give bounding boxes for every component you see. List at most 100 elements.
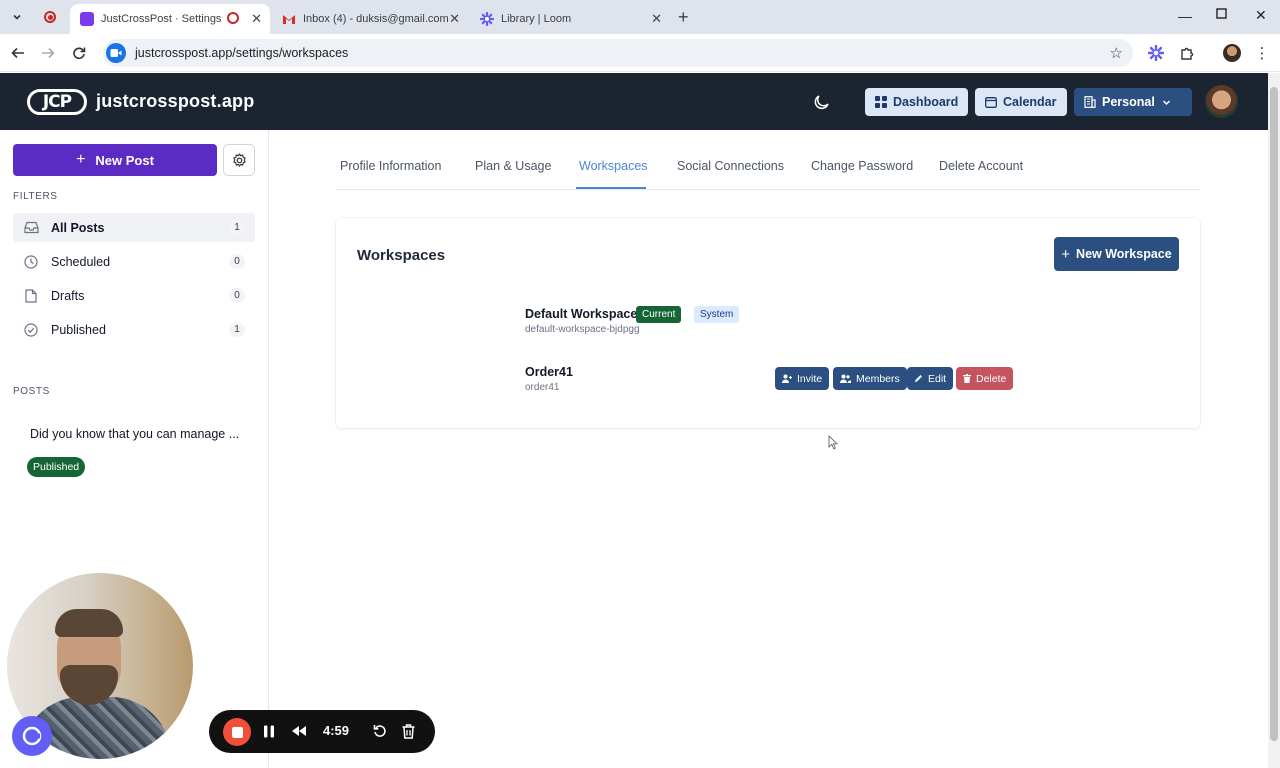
tab-profile-information[interactable]: Profile Information	[340, 159, 441, 173]
filter-published[interactable]: Published 1	[13, 315, 255, 344]
edit-label: Edit	[928, 372, 947, 385]
close-tab-icon[interactable]: ✕	[651, 11, 662, 27]
members-button[interactable]: Members	[833, 367, 907, 390]
tab-search-chevron-icon[interactable]	[6, 6, 28, 28]
maximize-icon[interactable]	[1216, 8, 1227, 19]
address-bar[interactable]: justcrosspost.app/settings/workspaces ☆	[103, 39, 1133, 67]
mouse-cursor-icon	[828, 435, 838, 450]
close-tab-icon[interactable]: ✕	[449, 11, 460, 27]
loom-logo-icon	[22, 726, 42, 746]
filter-label: Published	[51, 322, 106, 337]
recording-controls: 4:59	[209, 710, 435, 753]
restart-icon[interactable]	[371, 722, 389, 740]
url-text: justcrosspost.app/settings/workspaces	[135, 46, 349, 60]
workspace-name: Order41	[525, 365, 573, 379]
delete-button[interactable]: Delete	[956, 367, 1014, 390]
file-icon	[23, 288, 39, 304]
user-avatar[interactable]	[1205, 85, 1238, 118]
page-scrollbar[interactable]	[1268, 73, 1280, 768]
post-status-badge: Published	[27, 457, 86, 477]
site-info-icon[interactable]	[106, 43, 126, 63]
recording-indicator-icon	[44, 11, 56, 23]
settings-gear-button[interactable]	[223, 144, 255, 176]
tab-title: JustCrossPost · Settings	[101, 13, 222, 25]
members-label: Members	[856, 372, 900, 385]
posts-heading: POSTS	[13, 386, 50, 397]
stop-recording-button[interactable]	[223, 718, 251, 746]
filter-scheduled[interactable]: Scheduled 0	[13, 247, 255, 276]
users-icon	[840, 374, 851, 383]
filter-drafts[interactable]: Drafts 0	[13, 281, 255, 310]
reload-icon[interactable]	[69, 43, 89, 63]
tab-social-connections[interactable]: Social Connections	[677, 159, 784, 173]
back-arrow-icon[interactable]	[8, 43, 28, 63]
tab-workspaces[interactable]: Workspaces	[579, 159, 648, 173]
close-window-icon[interactable]: ✕	[1255, 7, 1267, 24]
loom-menu-button[interactable]	[12, 716, 52, 756]
tab-plan-usage[interactable]: Plan & Usage	[475, 159, 551, 173]
bookmark-star-icon[interactable]: ☆	[1110, 44, 1123, 62]
new-workspace-button[interactable]: + New Workspace	[1054, 237, 1179, 271]
filter-all-posts[interactable]: All Posts 1	[13, 213, 255, 242]
calendar-icon	[985, 97, 997, 108]
pencil-icon	[915, 375, 922, 382]
filter-count: 1	[229, 220, 245, 235]
clock-icon	[23, 254, 39, 270]
workspace-switcher-button[interactable]: Personal	[1074, 88, 1192, 116]
trash-icon	[963, 374, 971, 383]
justcrosspost-favicon-icon	[80, 12, 94, 26]
gear-icon	[232, 152, 246, 167]
more-menu-icon[interactable]: ⋮	[1252, 43, 1272, 63]
chevron-down-icon	[1162, 99, 1170, 105]
workspace-name: Default Workspace	[525, 307, 638, 321]
rewind-icon[interactable]	[290, 722, 308, 740]
invite-button[interactable]: Invite	[775, 367, 830, 390]
extension-icon[interactable]	[1146, 43, 1166, 63]
edit-button[interactable]: Edit	[907, 367, 954, 390]
building-icon	[1084, 96, 1096, 108]
workspaces-title: Workspaces	[357, 247, 446, 264]
close-tab-icon[interactable]: ✕	[251, 11, 262, 27]
dark-mode-moon-icon[interactable]	[813, 93, 831, 111]
new-post-button[interactable]: + New Post	[13, 144, 217, 176]
browser-tab-loom[interactable]: Library | Loom ✕	[470, 4, 670, 34]
profile-avatar[interactable]	[1222, 43, 1242, 63]
filter-count: 0	[229, 288, 245, 303]
browser-tab-strip: JustCrossPost · Settings ✕ Inbox (4) - d…	[0, 0, 1280, 34]
post-list-item[interactable]: Did you know that you can manage ...	[30, 427, 239, 441]
extensions-puzzle-icon[interactable]	[1177, 43, 1197, 63]
filter-count: 0	[229, 254, 245, 269]
browser-tab-justcrosspost[interactable]: JustCrossPost · Settings ✕	[70, 4, 270, 34]
dashboard-label: Dashboard	[893, 95, 959, 109]
forward-arrow-icon[interactable]	[38, 43, 58, 63]
grid-icon	[875, 96, 887, 108]
dashboard-button[interactable]: Dashboard	[865, 88, 969, 116]
filter-label: All Posts	[51, 220, 105, 235]
calendar-button[interactable]: Calendar	[975, 88, 1067, 116]
workspace-slug: default-workspace-bjdpgg	[525, 324, 640, 335]
plus-icon: +	[76, 151, 86, 168]
recording-time: 4:59	[323, 723, 350, 738]
tab-title: Inbox (4) - duksis@gmail.com	[303, 13, 449, 25]
workspace-slug: order41	[525, 382, 560, 393]
new-workspace-label: New Workspace	[1076, 247, 1172, 261]
workspaces-card: Workspaces + New Workspace Default Works…	[336, 218, 1200, 428]
workspace-switcher-label: Personal	[1102, 95, 1155, 109]
new-post-label: New Post	[95, 152, 154, 168]
calendar-label: Calendar	[1003, 95, 1057, 109]
delete-label: Delete	[976, 372, 1007, 385]
pause-icon[interactable]	[260, 722, 278, 740]
plus-icon: +	[1061, 245, 1071, 263]
trash-icon[interactable]	[399, 722, 417, 740]
tab-change-password[interactable]: Change Password	[811, 159, 913, 173]
minimize-icon[interactable]: —	[1178, 8, 1192, 24]
brand-name[interactable]: justcrosspost.app	[96, 91, 254, 112]
browser-tab-gmail[interactable]: Inbox (4) - duksis@gmail.com ✕	[272, 4, 468, 34]
scrollbar-thumb[interactable]	[1270, 87, 1278, 741]
new-tab-icon[interactable]: +	[678, 7, 689, 28]
gmail-icon	[283, 15, 295, 24]
filter-label: Drafts	[51, 288, 85, 303]
filters-heading: FILTERS	[13, 191, 58, 202]
logo[interactable]: JCP	[27, 89, 87, 115]
tab-delete-account[interactable]: Delete Account	[939, 159, 1023, 173]
